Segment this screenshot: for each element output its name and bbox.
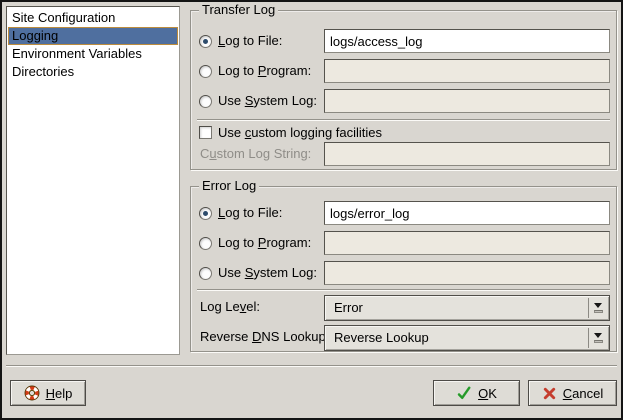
label-part: ystem Log: xyxy=(253,93,317,108)
mnemonic-char: u xyxy=(209,146,216,161)
label-part: Use xyxy=(218,125,245,140)
transfer-log-to-program-label: Log to Program: xyxy=(218,59,311,83)
reverse-dns-lookup-dropdown[interactable]: Reverse Lookup xyxy=(324,325,610,351)
label-part: ystem Log: xyxy=(253,265,317,280)
custom-log-string-label: Custom Log String: xyxy=(200,142,311,166)
help-button[interactable]: Help xyxy=(10,380,86,406)
label-part: og to File: xyxy=(225,205,282,220)
sidebar-item-logging[interactable]: Logging xyxy=(8,27,178,45)
use-custom-logging-facilities-checkbox[interactable] xyxy=(199,126,212,139)
x-icon xyxy=(542,386,557,401)
transfer-log-to-file-radio[interactable] xyxy=(199,35,212,48)
label-part: Log to xyxy=(218,63,258,78)
error-log-frame: Error Log Log to File: Log to Program: U… xyxy=(190,186,617,352)
label-part: rogram: xyxy=(266,63,311,78)
ok-button-label: OK xyxy=(478,386,497,401)
error-system-log-input xyxy=(324,261,610,285)
label-part: K xyxy=(488,386,497,401)
label-part: ancel xyxy=(572,386,603,401)
error-log-frame-title: Error Log xyxy=(199,178,259,194)
label-part: C xyxy=(200,146,209,161)
label-part: stom Log String: xyxy=(217,146,312,161)
transfer-use-system-log-label: Use System Log: xyxy=(218,89,317,113)
label-part: ustom logging facilities xyxy=(251,125,382,140)
error-log-file-input[interactable] xyxy=(324,201,610,225)
transfer-log-file-input[interactable] xyxy=(324,29,610,53)
label-part: Use xyxy=(218,265,245,280)
cancel-button[interactable]: Cancel xyxy=(528,380,617,406)
down-arrow-icon xyxy=(588,298,607,318)
sidebar-item-environment-variables[interactable]: Environment Variables xyxy=(8,45,178,63)
ok-button[interactable]: OK xyxy=(433,380,520,406)
sidebar-item-directories[interactable]: Directories xyxy=(8,63,178,81)
footer-separator xyxy=(6,365,617,367)
log-level-dropdown[interactable]: Error xyxy=(324,295,610,321)
logging-dialog: Site Configuration Logging Environment V… xyxy=(0,0,623,420)
label-part: Log to xyxy=(218,235,258,250)
log-level-label: Log Level: xyxy=(200,295,260,319)
check-icon xyxy=(456,385,472,401)
reverse-dns-lookup-label: Reverse DNS Lookup: xyxy=(200,325,329,349)
log-level-value: Error xyxy=(334,296,363,320)
down-arrow-icon xyxy=(588,328,607,348)
transfer-log-frame-title: Transfer Log xyxy=(199,2,278,18)
error-log-to-program-radio[interactable] xyxy=(199,237,212,250)
transfer-log-frame: Transfer Log Log to File: Log to Program… xyxy=(190,10,617,170)
lifebuoy-icon xyxy=(24,385,40,401)
error-use-system-log-radio[interactable] xyxy=(199,267,212,280)
error-log-to-program-label: Log to Program: xyxy=(218,231,311,255)
mnemonic-char: H xyxy=(46,386,55,401)
label-part: og to File: xyxy=(225,33,282,48)
label-part: Log Le xyxy=(200,299,240,314)
label-part: Reverse xyxy=(200,329,252,344)
label-part: Use xyxy=(218,93,245,108)
error-log-to-file-label: Log to File: xyxy=(218,201,282,225)
label-part: rogram: xyxy=(266,235,311,250)
sidebar-item-site-configuration[interactable]: Site Configuration xyxy=(8,9,178,27)
label-part: el: xyxy=(246,299,260,314)
error-log-program-input xyxy=(324,231,610,255)
error-log-to-file-radio[interactable] xyxy=(199,207,212,220)
reverse-dns-lookup-value: Reverse Lookup xyxy=(334,326,429,350)
transfer-use-system-log-radio[interactable] xyxy=(199,95,212,108)
transfer-system-log-input xyxy=(324,89,610,113)
label-part: elp xyxy=(55,386,72,401)
mnemonic-char: O xyxy=(478,386,488,401)
mnemonic-char: C xyxy=(563,386,572,401)
category-list: Site Configuration Logging Environment V… xyxy=(6,6,180,355)
mnemonic-char: D xyxy=(252,329,261,344)
transfer-log-to-program-radio[interactable] xyxy=(199,65,212,78)
custom-log-string-input xyxy=(324,142,610,166)
help-button-label: Help xyxy=(46,386,73,401)
transfer-log-program-input xyxy=(324,59,610,83)
error-use-system-log-label: Use System Log: xyxy=(218,261,317,285)
transfer-log-to-file-label: Log to File: xyxy=(218,29,282,53)
cancel-button-label: Cancel xyxy=(563,386,603,401)
label-part: NS Lookup: xyxy=(261,329,329,344)
error-log-separator xyxy=(197,289,610,291)
